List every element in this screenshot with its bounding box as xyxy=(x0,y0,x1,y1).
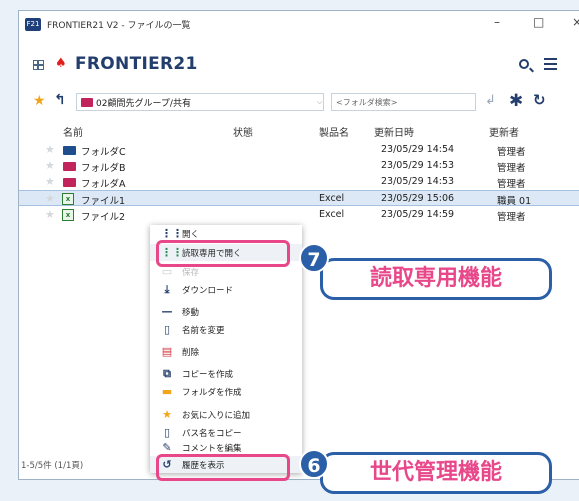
table-row[interactable]: ★ x ファイル2 Excel 23/05/29 14:59 管理者 xyxy=(19,207,579,223)
row-updated: 23/05/29 14:54 xyxy=(381,144,455,155)
history-highlight-frame xyxy=(156,454,290,481)
back-arrow-icon[interactable]: ↰ xyxy=(54,92,66,108)
favorite-star-icon[interactable]: ★ xyxy=(33,93,46,109)
menu-item-copy[interactable]: ⧉ コピーを作成 xyxy=(150,365,302,382)
folder-icon xyxy=(63,178,76,187)
menu-item-download[interactable]: ⤓ ダウンロード xyxy=(150,281,302,298)
enter-icon[interactable]: ↲ xyxy=(485,93,496,108)
folder-icon: ▬ xyxy=(161,385,173,398)
copy-icon: ⧉ xyxy=(163,367,171,380)
history-feature-callout: 世代管理機能 xyxy=(320,452,552,494)
row-updater: 管理者 xyxy=(497,163,526,174)
row-updated: 23/05/29 15:06 xyxy=(381,193,455,204)
excel-file-icon: x xyxy=(62,193,74,205)
table-row[interactable]: ★ フォルダC 23/05/29 14:54 管理者 xyxy=(19,142,579,158)
refresh-icon[interactable]: ↻ xyxy=(533,91,546,109)
folder-search-input[interactable]: <フォルダ検索> xyxy=(331,93,476,111)
pencil-icon: ✎ xyxy=(162,441,172,454)
page-count: 1-5/5件 (1/1頁) xyxy=(21,461,84,471)
row-updated: 23/05/29 14:59 xyxy=(381,209,455,220)
row-updater: 管理者 xyxy=(497,179,526,190)
star-icon[interactable]: ★ xyxy=(45,208,55,221)
chevron-down-icon[interactable]: ⌵ xyxy=(317,98,322,107)
menu-item-rename[interactable]: ▯ 名前を変更 xyxy=(150,321,302,338)
save-icon: ▭ xyxy=(161,265,173,278)
close-button[interactable]: × xyxy=(572,15,579,29)
menu-item-create-folder[interactable]: ▬ フォルダを作成 xyxy=(150,383,302,400)
table-icon[interactable] xyxy=(33,60,44,70)
row-updater: 職員 01 xyxy=(497,196,532,207)
folder-icon xyxy=(63,162,76,171)
row-name: フォルダB xyxy=(81,163,126,174)
table-row[interactable]: ★ フォルダB 23/05/29 14:53 管理者 xyxy=(19,158,579,174)
title-bar: F21 FRONTIER21 V2 - ファイルの一覧 – □ × xyxy=(19,11,579,37)
table-row-selected[interactable]: ★ x ファイル1 Excel 23/05/29 15:06 職員 01 xyxy=(19,190,579,207)
callout-badge-6: 6 xyxy=(299,449,329,479)
row-product: Excel xyxy=(319,193,345,204)
row-updated: 23/05/29 14:53 xyxy=(381,176,455,187)
path-text: 02顧問先グループ/共有 xyxy=(96,98,191,109)
grid-icon: ⋮⋮ xyxy=(161,227,183,240)
app-logo-icon: F21 xyxy=(25,17,41,31)
col-updater[interactable]: 更新者 xyxy=(489,124,519,139)
menu-item-add-favorite[interactable]: ★ お気に入りに追加 xyxy=(150,406,302,423)
row-updated: 23/05/29 14:53 xyxy=(381,160,455,171)
callout-badge-7: 7 xyxy=(299,243,329,273)
col-updated[interactable]: 更新日時 xyxy=(374,124,414,139)
star-icon[interactable]: ★ xyxy=(45,159,55,172)
folder-icon xyxy=(63,146,76,155)
row-name: フォルダA xyxy=(81,179,126,190)
menu-item-move[interactable]: — 移動 xyxy=(150,303,302,320)
col-name[interactable]: 名前 xyxy=(63,124,83,139)
row-updater: 管理者 xyxy=(497,212,526,223)
download-icon: ⤓ xyxy=(164,283,170,296)
star-icon[interactable]: ★ xyxy=(45,143,55,156)
excel-file-icon: x xyxy=(62,209,74,221)
asterisk-icon[interactable]: ✱ xyxy=(509,91,523,111)
readonly-highlight-frame xyxy=(156,240,290,267)
col-product[interactable]: 製品名 xyxy=(319,124,349,139)
path-bar: ★ ↰ 02顧問先グループ/共有 <フォルダ検索> ↲ ✱ ↻ xyxy=(19,91,579,115)
document-icon: ▯ xyxy=(163,426,171,439)
star-icon: ★ xyxy=(162,408,172,421)
move-icon: — xyxy=(161,305,173,318)
folder-icon xyxy=(81,97,93,107)
hamburger-menu-icon[interactable] xyxy=(544,58,557,73)
document-icon: ▯ xyxy=(163,323,171,336)
row-product: Excel xyxy=(319,209,345,220)
app-header: ♠ FRONTIER21 xyxy=(19,41,579,89)
row-name: フォルダC xyxy=(81,147,126,158)
readonly-feature-callout: 読取専用機能 xyxy=(320,258,552,300)
menu-item-delete[interactable]: ▤ 削除 xyxy=(150,343,302,360)
table-row[interactable]: ★ フォルダA 23/05/29 14:53 管理者 xyxy=(19,174,579,190)
col-status[interactable]: 状態 xyxy=(233,124,253,139)
row-name: ファイル1 xyxy=(81,196,126,207)
minimize-button[interactable]: – xyxy=(494,15,500,29)
bell-icon[interactable]: ♠ xyxy=(55,56,67,71)
column-header: 名前 状態 製品名 更新日時 更新者 xyxy=(19,124,579,140)
window-title: FRONTIER21 V2 - ファイルの一覧 xyxy=(47,20,191,31)
trash-icon: ▤ xyxy=(161,345,173,358)
star-icon[interactable]: ★ xyxy=(45,192,55,205)
maximize-button[interactable]: □ xyxy=(533,15,544,29)
brand-title: FRONTIER21 xyxy=(75,54,198,74)
row-name: ファイル2 xyxy=(81,212,126,223)
row-updater: 管理者 xyxy=(497,147,526,158)
star-icon[interactable]: ★ xyxy=(45,175,55,188)
search-icon[interactable] xyxy=(519,59,529,69)
path-dropdown[interactable]: 02顧問先グループ/共有 xyxy=(76,93,324,111)
